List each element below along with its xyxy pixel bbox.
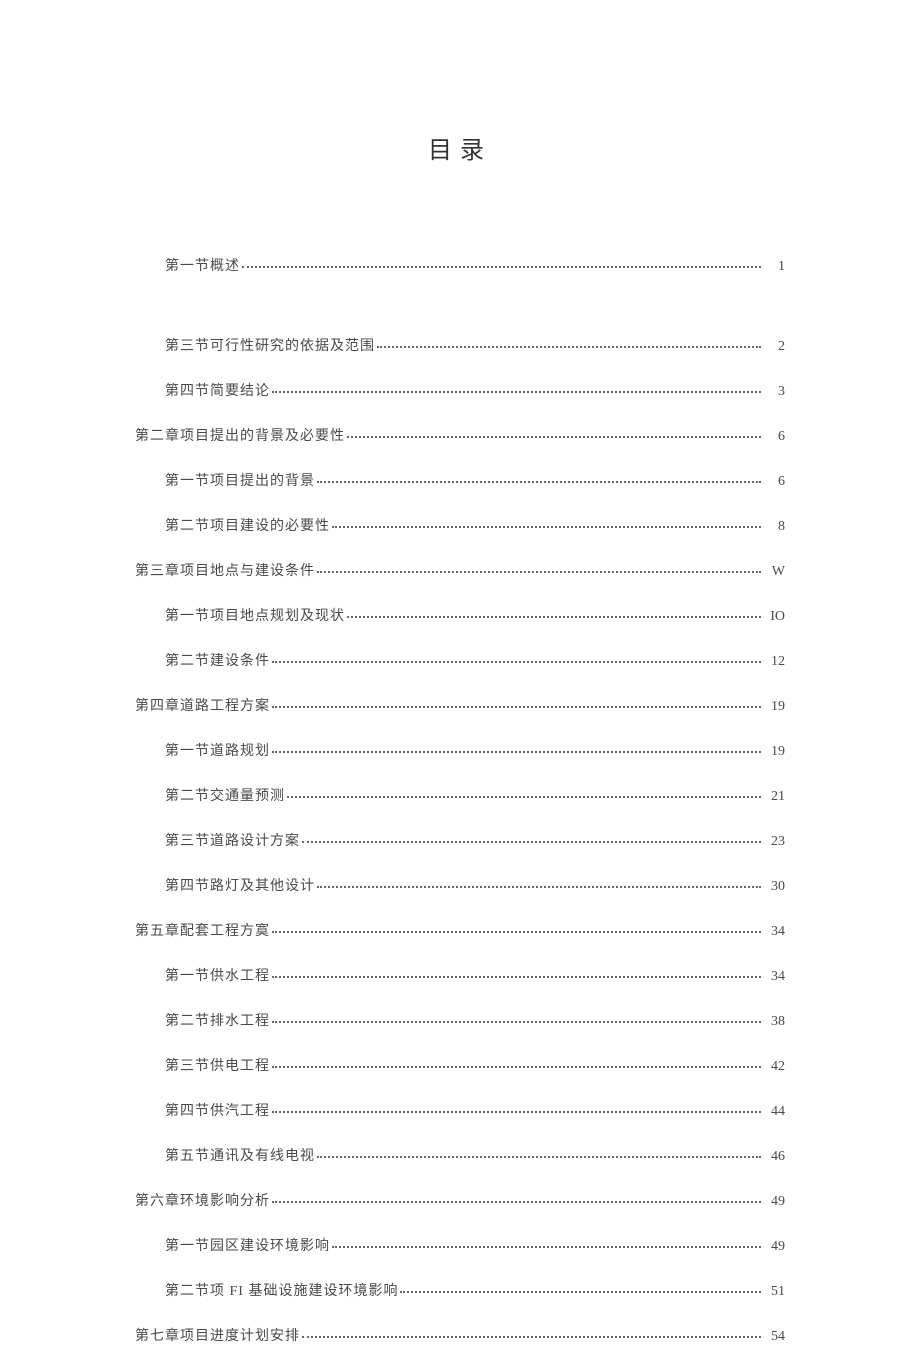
toc-container: 第一节概述 1 第三节可行性研究的依据及范围 2 第四节简要结论 3 第二章项目提出的背景及… [135,255,785,1345]
toc-leader-dots [272,706,761,708]
toc-leader-dots [317,481,761,483]
toc-entry: 第二节交通量预测 21 [135,785,785,805]
toc-leader-dots [400,1291,761,1293]
toc-page-number: 34 [765,969,785,985]
toc-page-number: 38 [765,1014,785,1030]
toc-leader-dots [272,751,761,753]
toc-entry: 第一节项目地点规划及现状 IO [135,605,785,625]
toc-leader-dots [272,976,761,978]
toc-page-number: 49 [765,1194,785,1210]
toc-entry: 第一节园区建设环境影响 49 [135,1235,785,1255]
toc-label: 第五章配套工程方寞 [135,920,270,940]
toc-entry: 第七章项目进度计划安排 54 [135,1325,785,1345]
toc-entry: 第一节供水工程 34 [135,965,785,985]
toc-page-number: 30 [765,879,785,895]
toc-label: 第三节道路设计方案 [165,830,300,850]
toc-entry: 第二节排水工程 38 [135,1010,785,1030]
toc-page-number: 6 [765,429,785,445]
toc-label: 第四节路灯及其他设计 [165,875,315,895]
toc-leader-dots [272,931,761,933]
toc-entry: 第二章项目提出的背景及必要性 6 [135,425,785,445]
toc-page-number: 12 [765,654,785,670]
toc-leader-dots [242,266,761,268]
toc-entry: 第三节供电工程 42 [135,1055,785,1075]
toc-page-number: 6 [765,474,785,490]
toc-label: 第五节通讯及有线电视 [165,1145,315,1165]
page-title: 目录 [135,130,785,165]
toc-label: 第四章道路工程方案 [135,695,270,715]
toc-label: 第三章项目地点与建设条件 [135,560,315,580]
toc-leader-dots [332,1246,761,1248]
toc-leader-dots [332,526,761,528]
toc-leader-dots [317,886,761,888]
toc-label: 第一节道路规划 [165,740,270,760]
toc-entry: 第六章环境影响分析 49 [135,1190,785,1210]
toc-leader-dots [302,841,761,843]
toc-label: 第二节建设条件 [165,650,270,670]
toc-label: 第一节项目地点规划及现状 [165,605,345,625]
toc-entry: 第二节项目建设的必要性 8 [135,515,785,535]
toc-label: 第四节简要结论 [165,380,270,400]
toc-leader-dots [347,616,761,618]
toc-label: 第三节可行性研究的依据及范围 [165,335,375,355]
toc-page-number: 19 [765,699,785,715]
toc-entry: 第三节可行性研究的依据及范围 2 [135,335,785,355]
toc-page-number: 21 [765,789,785,805]
toc-entry: 第四节供汽工程 44 [135,1100,785,1120]
toc-page-number: W [765,564,785,580]
toc-page-number: 51 [765,1284,785,1300]
toc-label: 第二节交通量预测 [165,785,285,805]
toc-page-number: 3 [765,384,785,400]
toc-leader-dots [347,436,761,438]
toc-label: 第六章环境影响分析 [135,1190,270,1210]
toc-page-number: 19 [765,744,785,760]
toc-entry: 第四节路灯及其他设计 30 [135,875,785,895]
toc-entry: 第一节道路规划 19 [135,740,785,760]
toc-page-number: 54 [765,1329,785,1345]
toc-label: 第一节概述 [165,255,240,275]
toc-entry: 第二节建设条件 12 [135,650,785,670]
toc-label: 第二节排水工程 [165,1010,270,1030]
toc-page-number: 34 [765,924,785,940]
toc-label: 第一节项目提出的背景 [165,470,315,490]
toc-label: 第一节园区建设环境影响 [165,1235,330,1255]
toc-leader-dots [272,391,761,393]
toc-entry: 第四章道路工程方案 19 [135,695,785,715]
toc-entry: 第三章项目地点与建设条件 W [135,560,785,580]
toc-page-number: IO [765,609,785,625]
toc-entry: 第一节项目提出的背景 6 [135,470,785,490]
toc-page-number: 1 [765,259,785,275]
toc-leader-dots [272,661,761,663]
toc-entry: 第四节简要结论 3 [135,380,785,400]
toc-leader-dots [272,1021,761,1023]
toc-label: 第四节供汽工程 [165,1100,270,1120]
toc-label: 第二节项目建设的必要性 [165,515,330,535]
toc-entry: 第五节通讯及有线电视 46 [135,1145,785,1165]
toc-page-number: 44 [765,1104,785,1120]
toc-page-number: 8 [765,519,785,535]
toc-page-number: 42 [765,1059,785,1075]
toc-entry: 第五章配套工程方寞 34 [135,920,785,940]
toc-entry: 第二节项 FI 基础设施建设环境影响 51 [135,1280,785,1300]
toc-leader-dots [377,346,761,348]
toc-label: 第二节项 FI 基础设施建设环境影响 [165,1280,398,1300]
toc-leader-dots [317,571,761,573]
toc-leader-dots [272,1201,761,1203]
toc-entry: 第一节概述 1 [135,255,785,275]
toc-page-number: 49 [765,1239,785,1255]
toc-label: 第七章项目进度计划安排 [135,1325,300,1345]
toc-leader-dots [287,796,761,798]
toc-leader-dots [317,1156,761,1158]
toc-page-number: 46 [765,1149,785,1165]
toc-entry: 第三节道路设计方案 23 [135,830,785,850]
toc-leader-dots [272,1066,761,1068]
toc-leader-dots [272,1111,761,1113]
toc-label: 第三节供电工程 [165,1055,270,1075]
toc-page-number: 23 [765,834,785,850]
toc-page-number: 2 [765,339,785,355]
toc-leader-dots [302,1336,761,1338]
toc-label: 第一节供水工程 [165,965,270,985]
toc-label: 第二章项目提出的背景及必要性 [135,425,345,445]
